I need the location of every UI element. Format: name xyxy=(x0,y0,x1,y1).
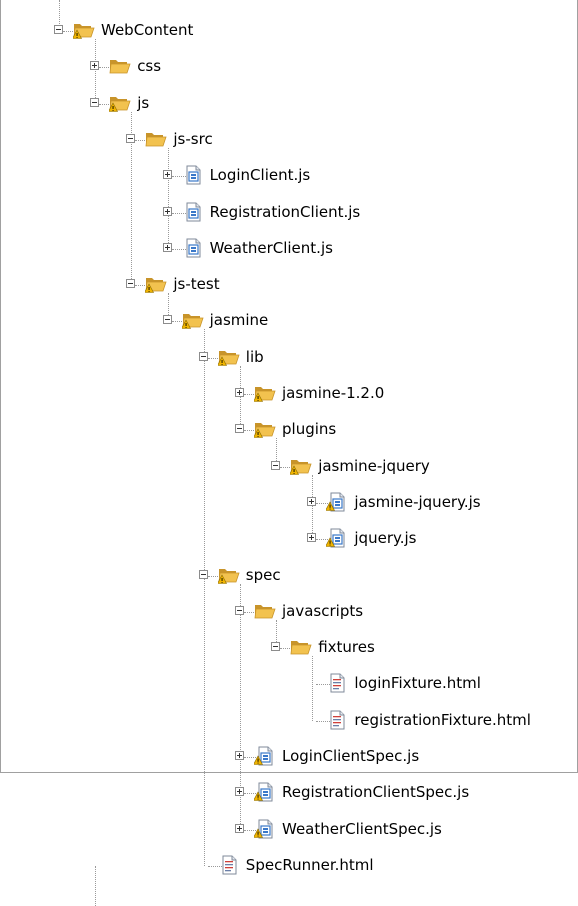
tree-item-label: LoginClientSpec.js xyxy=(282,747,420,765)
collapse-icon[interactable] xyxy=(271,642,281,652)
expand-icon[interactable] xyxy=(162,170,172,180)
tree-item-label: css xyxy=(137,57,162,76)
tree-item[interactable]: SpecRunner.html xyxy=(198,848,578,884)
js-file-warning-icon xyxy=(325,528,348,548)
collapse-icon[interactable] xyxy=(90,97,100,107)
html-file-icon xyxy=(326,673,348,693)
collapse-icon[interactable] xyxy=(198,351,208,361)
tree-item[interactable]: lib xyxy=(198,340,578,376)
folder-icon xyxy=(109,56,131,76)
tree-item-label: jquery.js xyxy=(354,529,417,548)
expand-icon[interactable] xyxy=(235,823,244,833)
tree-item-label: RegistrationClientSpec.js xyxy=(282,783,470,802)
tree-guide-line xyxy=(95,865,97,906)
collapse-icon[interactable] xyxy=(54,25,63,34)
collapse-icon[interactable] xyxy=(126,279,136,289)
tree-item-label: jasmine-1.2.0 xyxy=(282,384,385,402)
tree-item-label: js xyxy=(137,93,150,112)
js-file-icon xyxy=(182,202,204,222)
tree-item[interactable]: jasmine-1.2.0 xyxy=(234,376,578,412)
tree-item[interactable]: javascripts xyxy=(234,594,578,630)
js-file-icon xyxy=(182,238,204,258)
html-file-icon xyxy=(218,855,240,875)
tree-item[interactable]: jasmine-jquery.js xyxy=(306,485,578,521)
js-file-warning-icon xyxy=(253,819,276,839)
collapse-icon[interactable] xyxy=(235,605,244,615)
tree-item-label: RegistrationClient.js xyxy=(209,202,361,221)
tree-item[interactable]: css xyxy=(89,49,578,85)
folder-icon xyxy=(254,601,276,621)
tree-item[interactable]: js-test xyxy=(125,267,578,303)
tree-item[interactable]: LoginClientSpec.js xyxy=(234,739,578,775)
tree-item-label: jasmine xyxy=(209,311,269,330)
folder-warning-icon xyxy=(253,383,276,403)
tree-item-label: jasmine-jquery.js xyxy=(354,492,481,511)
folder-warning-icon xyxy=(253,419,276,439)
expand-icon[interactable] xyxy=(307,496,317,506)
tree-item[interactable]: jasmine xyxy=(162,303,578,339)
collapse-icon[interactable] xyxy=(126,133,136,143)
folder-icon xyxy=(290,637,312,657)
collapse-icon[interactable] xyxy=(235,424,244,434)
tree-item-label: WeatherClientSpec.js xyxy=(282,819,442,838)
tree-item-label: fixtures xyxy=(318,638,375,657)
tree-item[interactable]: jasmine-jquery xyxy=(270,449,578,485)
collapse-icon[interactable] xyxy=(162,315,172,325)
tree-item[interactable]: LoginClient.js xyxy=(162,158,578,194)
tree-item[interactable]: WeatherClientSpec.js xyxy=(234,812,578,848)
tree-item[interactable]: fixtures xyxy=(270,630,578,666)
tree-item[interactable]: js-src xyxy=(125,122,578,158)
tree-item-label: jasmine-jquery xyxy=(318,456,430,475)
tree-item[interactable]: WeatherClient.js xyxy=(162,231,578,267)
expand-icon[interactable] xyxy=(162,206,172,216)
tree-item-label: WebContent xyxy=(101,21,194,39)
expand-icon[interactable] xyxy=(307,533,317,543)
html-file-icon xyxy=(326,710,348,730)
folder-warning-icon xyxy=(180,310,204,330)
expand-icon[interactable] xyxy=(162,242,172,252)
tree-item-label: js-test xyxy=(173,275,220,294)
folder-warning-icon xyxy=(289,456,312,476)
expand-icon[interactable] xyxy=(235,751,244,760)
folder-warning-icon xyxy=(144,274,167,294)
tree-item[interactable]: WebContent xyxy=(53,13,578,49)
tree-item-label: js-src xyxy=(173,129,213,148)
tree-item[interactable]: registrationFixture.html xyxy=(306,703,578,739)
tree-item-label: registrationFixture.html xyxy=(354,710,531,729)
js-file-warning-icon xyxy=(253,782,276,802)
js-file-warning-icon xyxy=(325,492,348,512)
tree-item-label: WeatherClient.js xyxy=(209,238,333,257)
tree-item-label: LoginClient.js xyxy=(209,166,311,185)
tree-item[interactable]: spec xyxy=(198,558,578,594)
tree-item[interactable]: js xyxy=(89,86,578,122)
collapse-icon[interactable] xyxy=(198,569,208,579)
folder-warning-icon xyxy=(216,347,240,367)
expand-icon[interactable] xyxy=(235,388,244,397)
tree-item[interactable]: RegistrationClient.js xyxy=(162,195,578,231)
project-tree: WebContent css js js-src LoginClient.js Regis… xyxy=(0,0,578,906)
tree-item-label: spec xyxy=(245,565,281,584)
tree-item-label: lib xyxy=(245,347,264,366)
tree-item[interactable]: loginFixture.html xyxy=(306,666,578,702)
tree-item-label: javascripts xyxy=(282,601,364,620)
folder-warning-icon xyxy=(108,93,131,113)
expand-icon[interactable] xyxy=(235,787,244,797)
expand-icon[interactable] xyxy=(90,61,100,71)
folder-icon xyxy=(145,129,167,149)
tree-item[interactable]: jquery.js xyxy=(306,521,578,557)
tree-item[interactable]: plugins xyxy=(234,412,578,448)
tree-item[interactable]: RegistrationClientSpec.js xyxy=(234,775,578,811)
tree-item-label: SpecRunner.html xyxy=(245,855,374,874)
js-file-icon xyxy=(182,165,204,185)
collapse-icon[interactable] xyxy=(271,460,281,470)
tree-item-label: plugins xyxy=(282,420,337,439)
js-file-warning-icon xyxy=(253,746,276,766)
tree-item-label: loginFixture.html xyxy=(354,674,481,693)
tree-guide-line xyxy=(203,329,205,866)
folder-warning-icon xyxy=(72,20,95,40)
folder-warning-icon xyxy=(216,565,240,585)
